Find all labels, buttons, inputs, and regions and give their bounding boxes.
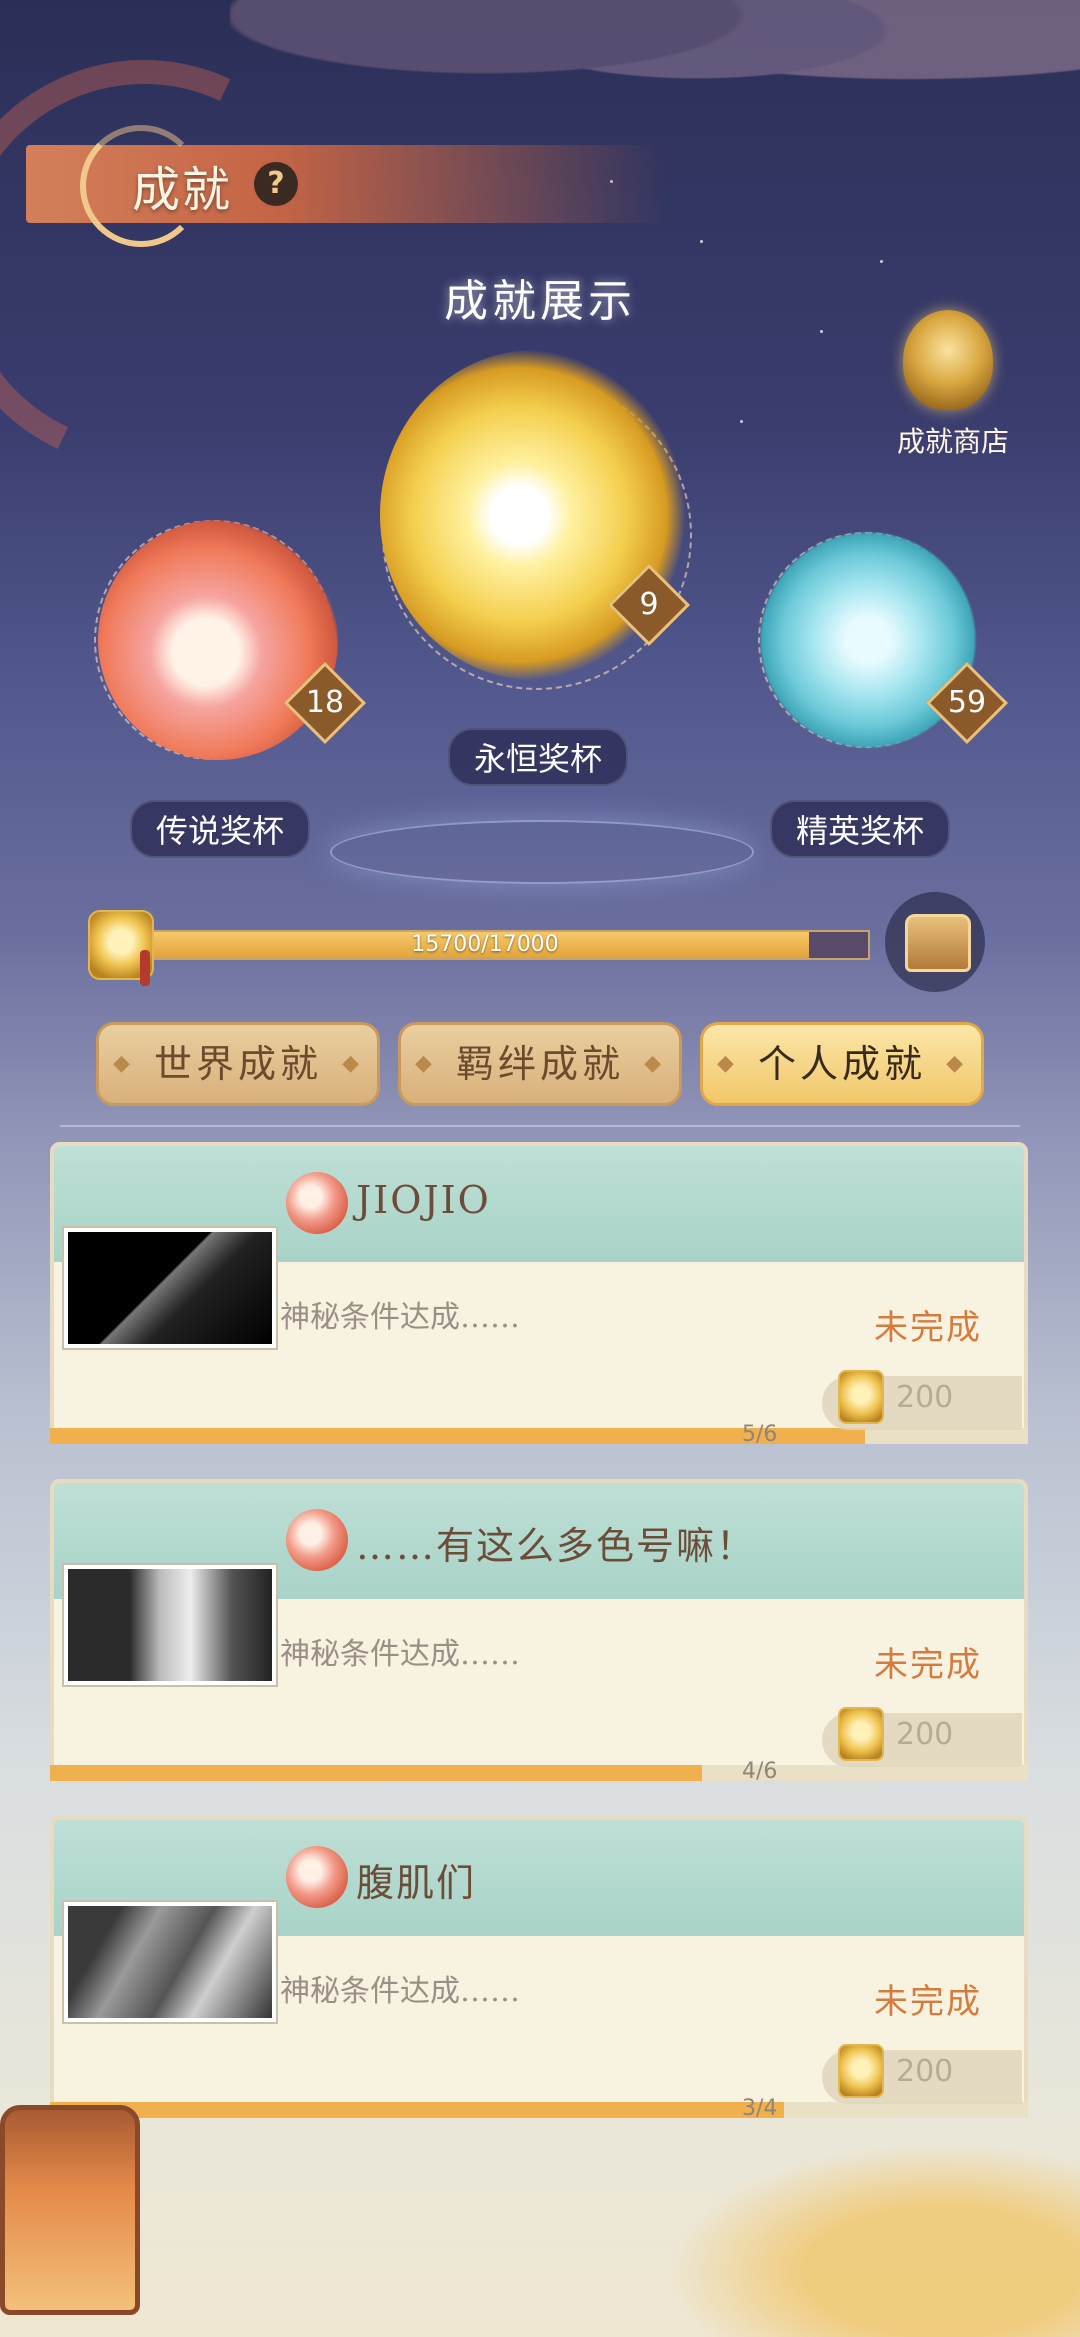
achievement-title: JIOJIO	[356, 1178, 491, 1222]
achievement-card[interactable]: 腹肌们 神秘条件达成…… 未完成 3/4 200	[50, 1816, 1028, 2124]
achievement-description: 神秘条件达成……	[280, 1300, 520, 1335]
reward-amount: 200	[896, 2054, 954, 2089]
achievement-title: 腹肌们	[356, 1861, 477, 1905]
achievement-progress-bar	[50, 1765, 1028, 1781]
cloud-decoration	[620, 2120, 1080, 2337]
progress-text: 15700/17000	[411, 932, 559, 957]
tab-world-achievements[interactable]: 世界成就	[96, 1022, 380, 1106]
tassel-decoration	[140, 950, 150, 986]
achievement-points-progress-bar: 15700/17000	[100, 930, 870, 960]
achievement-status: 未完成	[874, 1982, 982, 2022]
achievement-emblem-icon	[286, 1846, 348, 1908]
achievement-description: 神秘条件达成……	[280, 1637, 520, 1672]
eternal-trophy-label: 永恒奖杯	[448, 728, 629, 786]
achievement-shop-button[interactable]	[893, 310, 1003, 420]
coin-medal-icon	[838, 1370, 884, 1424]
achievement-thumbnail	[64, 1902, 276, 2022]
divider	[60, 1125, 1020, 1127]
elite-trophy-label: 精英奖杯	[770, 800, 951, 858]
achievement-progress-count: 4/6	[742, 1759, 778, 1784]
tab-bond-achievements[interactable]: 羁绊成就	[398, 1022, 682, 1106]
achievement-progress-count: 3/4	[742, 2096, 778, 2121]
achievement-thumbnail	[64, 1565, 276, 1685]
achievement-title: ……有这么多色号嘛！	[356, 1524, 757, 1568]
trophy-platform	[330, 820, 754, 884]
achievement-status: 未完成	[874, 1645, 982, 1685]
achievement-progress-bar	[50, 2102, 1028, 2118]
achievement-description: 神秘条件达成……	[280, 1974, 520, 2009]
achievement-emblem-icon	[286, 1172, 348, 1234]
help-button[interactable]: ?	[254, 162, 298, 206]
reward-amount: 200	[896, 1380, 954, 1415]
shop-label: 成就商店	[896, 425, 1009, 458]
reward-amount: 200	[896, 1717, 954, 1752]
coin-medal-icon	[838, 2044, 884, 2098]
achievement-status: 未完成	[874, 1308, 982, 1348]
achievement-emblem-icon	[286, 1509, 348, 1571]
treasure-chest-icon[interactable]	[885, 892, 985, 992]
achievement-card[interactable]: JIOJIO 神秘条件达成…… 未完成 5/6 200	[50, 1142, 1028, 1450]
achievement-progress-bar	[50, 1428, 1028, 1444]
achievement-card[interactable]: ……有这么多色号嘛！ 神秘条件达成…… 未完成 4/6 200	[50, 1479, 1028, 1787]
lantern-menu-button[interactable]	[0, 2105, 140, 2315]
tab-personal-achievements[interactable]: 个人成就	[700, 1022, 984, 1106]
page-title: 成就	[132, 162, 233, 218]
achievement-progress-count: 5/6	[742, 1422, 778, 1447]
dragon-lotus-icon	[903, 310, 993, 410]
legend-trophy-label: 传说奖杯	[130, 800, 311, 858]
coin-medal-icon	[838, 1707, 884, 1761]
achievement-thumbnail	[64, 1228, 276, 1348]
foliage-decoration	[230, 0, 1080, 150]
